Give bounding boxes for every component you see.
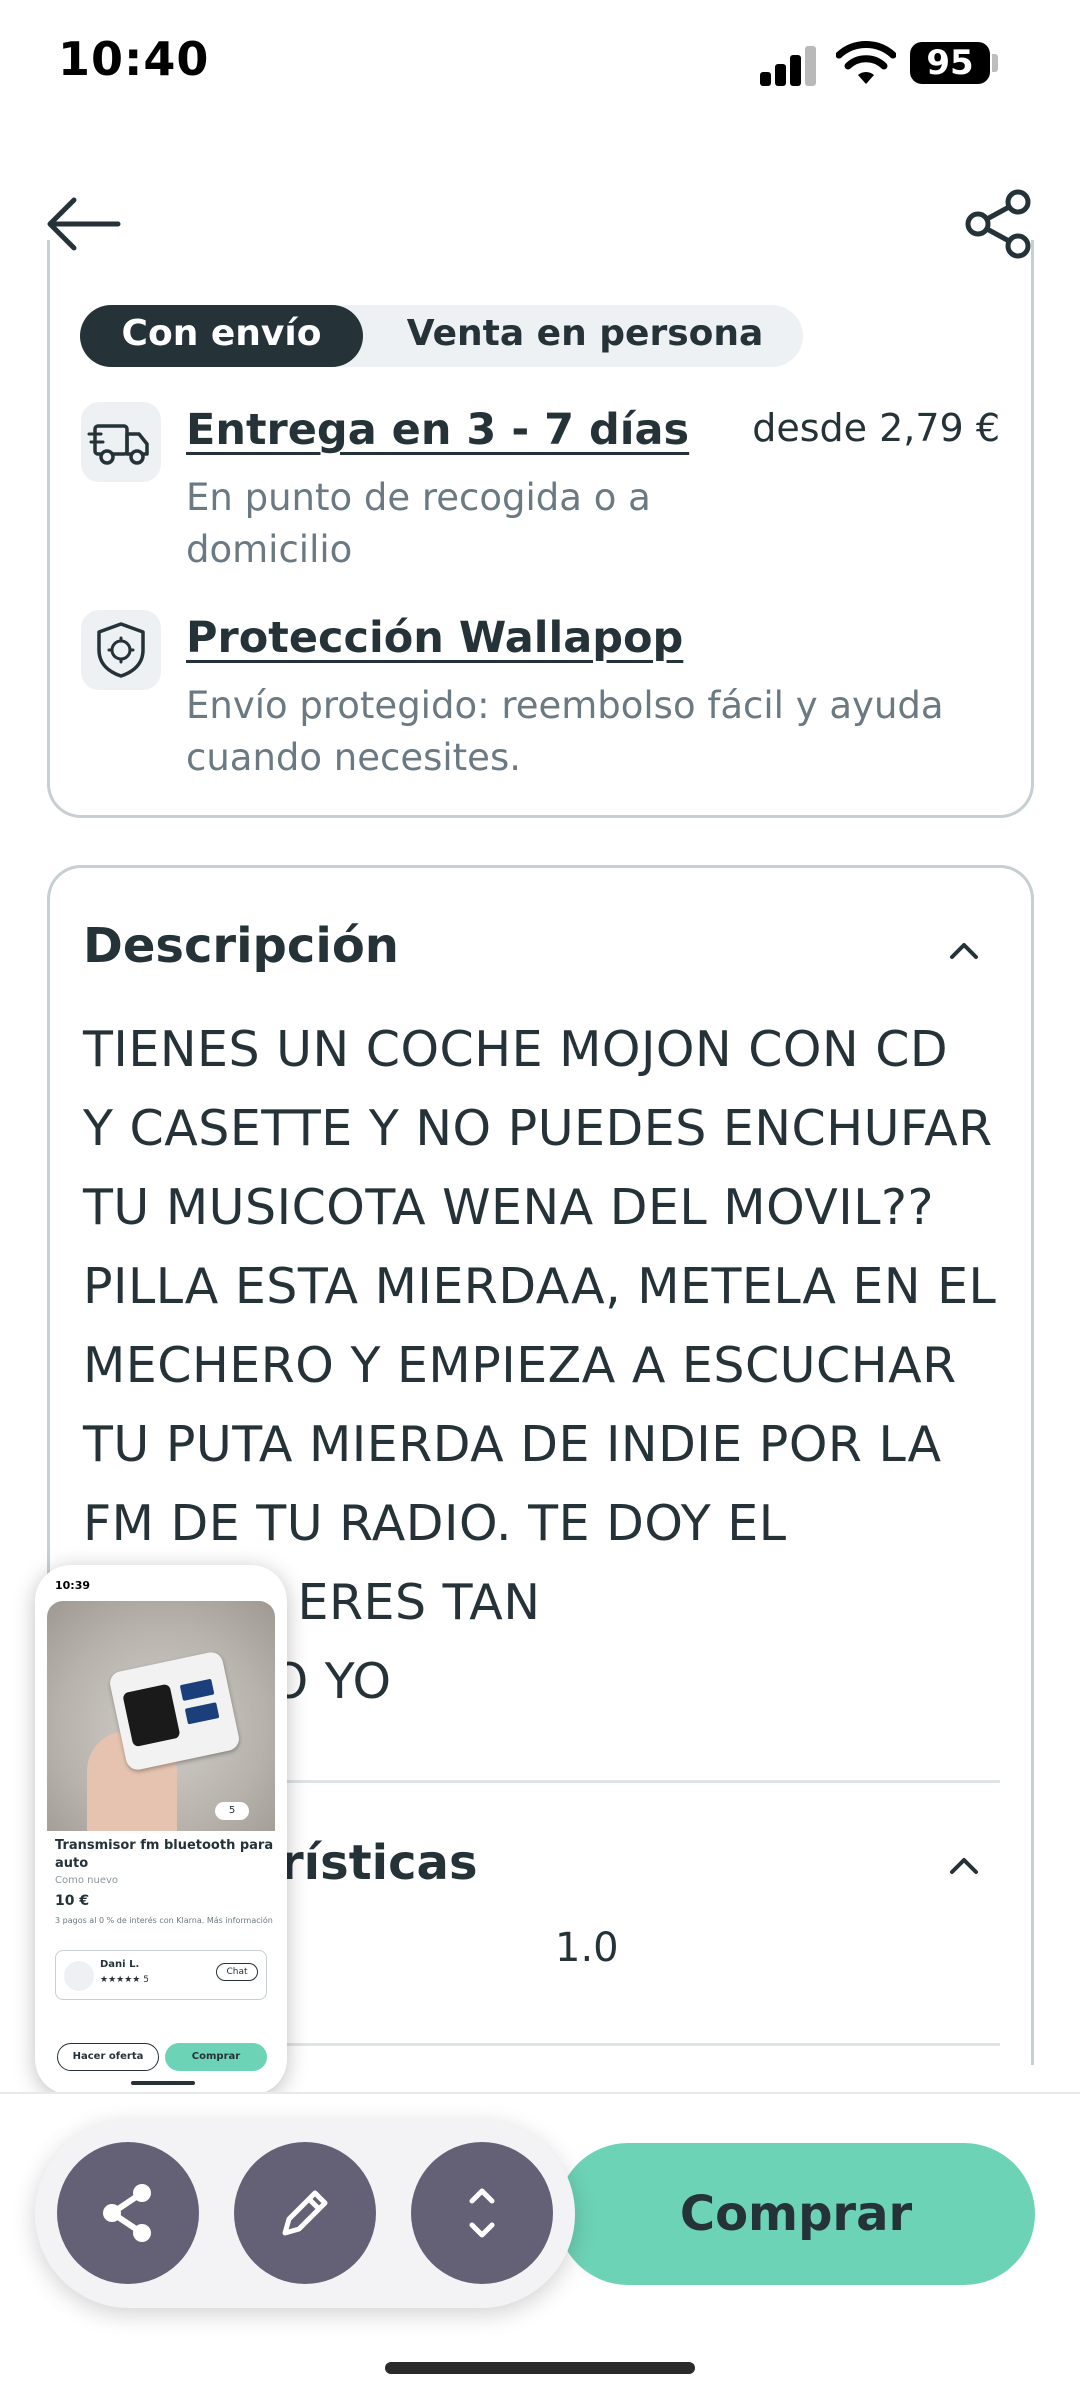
delivery-description: En punto de recogida o a domicilio	[186, 476, 651, 571]
home-indicator	[385, 2362, 695, 2374]
delivery-title[interactable]: Entrega en 3 - 7 días	[186, 405, 689, 455]
preview-chat-button: Chat	[216, 1963, 258, 1981]
status-time: 10:40	[58, 32, 210, 86]
expand-tool-button[interactable]	[411, 2142, 553, 2284]
protection-title[interactable]: Protección Wallapop	[186, 613, 683, 663]
preview-title: Transmisor fm bluetooth para auto	[55, 1838, 274, 1871]
status-bar: 10:40 95	[0, 0, 1080, 130]
preview-status-time: 10:39	[55, 1579, 91, 1592]
preview-seller-card: Dani L. ★★★★★ 5 Chat	[55, 1950, 267, 2000]
screenshot-preview-thumbnail[interactable]: 10:39 5 Transmisor fm bluetooth para aut…	[35, 1565, 287, 2095]
wifi-icon	[836, 41, 896, 84]
delivery-icon-box	[81, 402, 161, 482]
preview-seller-name: Dani L.	[100, 1959, 140, 1970]
preview-avatar	[64, 1961, 94, 1991]
tab-venta-en-persona[interactable]: Venta en persona	[375, 305, 795, 367]
delivery-price: desde 2,79 €	[752, 406, 1000, 450]
edit-tool-button[interactable]	[234, 2142, 376, 2284]
shield-icon	[97, 622, 145, 678]
preview-device	[107, 1650, 242, 1772]
buy-button[interactable]: Comprar	[557, 2143, 1035, 2285]
truck-icon	[87, 424, 149, 465]
preview-condition: Como nuevo	[55, 1875, 119, 1886]
preview-like-count: 5	[215, 1802, 249, 1820]
pencil-icon	[282, 2190, 328, 2236]
preview-home-indicator	[131, 2081, 195, 2085]
expand-icon	[469, 2188, 495, 2238]
preview-product-image	[47, 1601, 275, 1831]
share-tool-button[interactable]	[57, 2142, 199, 2284]
battery-indicator: 95	[910, 42, 990, 84]
preview-buy-button: Comprar	[165, 2043, 267, 2071]
share-icon	[103, 2184, 151, 2242]
preview-offer-button: Hacer oferta	[57, 2043, 159, 2071]
cellular-signal-icon	[760, 44, 818, 86]
characteristics-title[interactable]: rísticas	[280, 1835, 478, 1891]
preview-klarna: 3 pagos al 0 % de interés con Klarna. Má…	[55, 1916, 273, 1925]
preview-price: 10 €	[55, 1893, 90, 1909]
characteristic-value: 1.0	[555, 1925, 619, 1971]
chevron-up-icon[interactable]	[944, 935, 984, 965]
preview-rating: ★★★★★ 5	[100, 1975, 149, 1985]
chevron-up-icon[interactable]	[944, 1850, 984, 1880]
protection-icon-box	[81, 610, 161, 690]
tab-con-envio[interactable]: Con envío	[80, 305, 363, 367]
battery-cap	[992, 54, 998, 72]
description-title[interactable]: Descripción	[83, 918, 399, 974]
protection-description: Envío protegido: reembolso fácil y ayuda…	[186, 684, 944, 779]
